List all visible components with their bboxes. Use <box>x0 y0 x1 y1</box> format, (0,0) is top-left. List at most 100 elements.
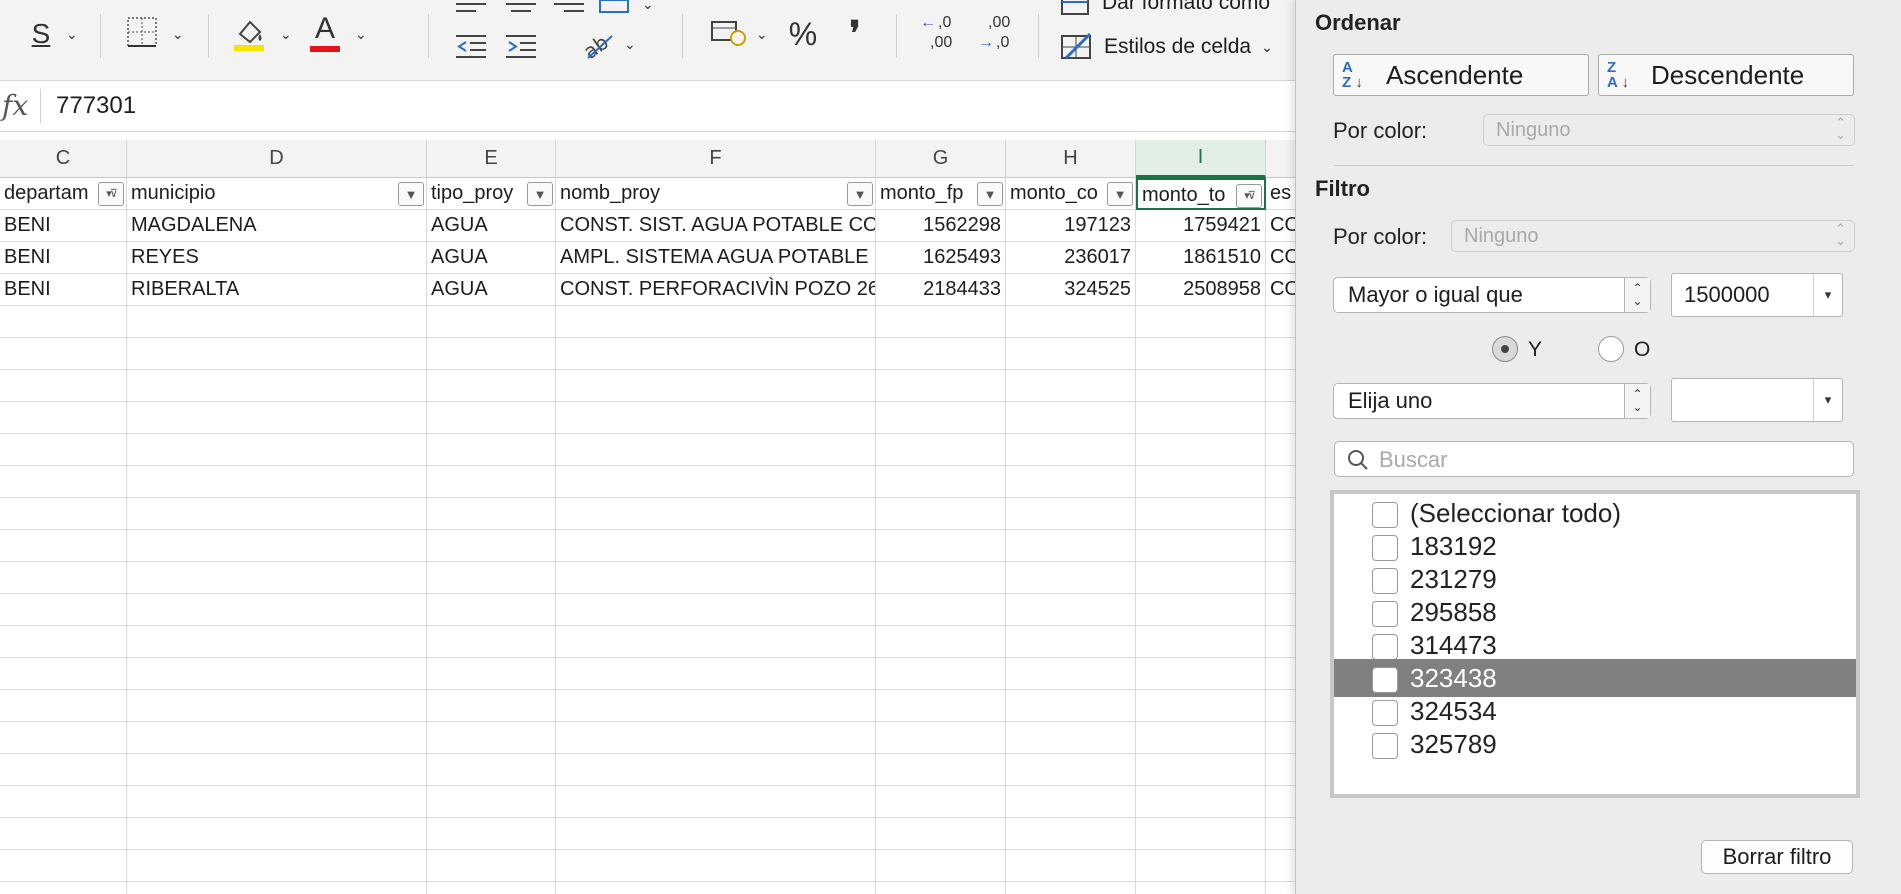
filter-value-item[interactable]: 325789 <box>1334 725 1856 763</box>
empty-cell[interactable] <box>556 786 876 818</box>
empty-cell[interactable] <box>556 690 876 722</box>
data-cell[interactable]: RIBERALTA <box>127 274 427 306</box>
empty-cell[interactable] <box>1136 786 1266 818</box>
column-letter-I[interactable]: I <box>1136 140 1266 178</box>
empty-cell[interactable] <box>876 818 1006 850</box>
font-color-button[interactable]: A <box>308 12 342 52</box>
empty-cell[interactable] <box>876 882 1006 894</box>
condition2-select[interactable]: Elija uno ⌃ ⌄ <box>1333 383 1651 419</box>
column-letter-H[interactable]: H <box>1006 140 1136 178</box>
empty-cell[interactable] <box>1136 306 1266 338</box>
data-cell[interactable]: 324525 <box>1006 274 1136 306</box>
empty-cell[interactable] <box>876 530 1006 562</box>
empty-cell[interactable] <box>1266 402 1295 434</box>
empty-cell[interactable] <box>876 498 1006 530</box>
empty-cell[interactable] <box>0 562 127 594</box>
empty-cell[interactable] <box>876 594 1006 626</box>
empty-cell[interactable] <box>0 402 127 434</box>
empty-cell[interactable] <box>1006 626 1136 658</box>
filter-dropdown-icon[interactable]: ▼ <box>527 182 553 206</box>
spreadsheet-grid[interactable]: C D E F G H Idepartam ▾⊽ municipio ▼ tipo_proy ▼ nom… <box>0 140 1295 894</box>
empty-cell[interactable] <box>0 882 127 894</box>
filter-active-icon[interactable]: ▾⊽ <box>1236 184 1262 208</box>
empty-cell[interactable] <box>556 402 876 434</box>
column-letter-G[interactable]: G <box>876 140 1006 178</box>
number-format-icon[interactable] <box>710 18 746 48</box>
empty-cell[interactable] <box>127 850 427 882</box>
checkbox[interactable] <box>1372 634 1398 660</box>
empty-cell[interactable] <box>427 818 556 850</box>
borders-icon[interactable] <box>126 16 158 48</box>
empty-cell[interactable] <box>0 306 127 338</box>
format-as-table-button[interactable]: Dar formato como <box>1060 0 1270 16</box>
header-cell-tipo-proy[interactable]: tipo_proy ▼ <box>427 178 556 210</box>
percent-style-button[interactable]: % <box>786 14 820 54</box>
data-cell[interactable]: 2508958 <box>1136 274 1266 306</box>
empty-cell[interactable] <box>1266 530 1295 562</box>
empty-cell[interactable] <box>1006 754 1136 786</box>
filter-dropdown-icon[interactable]: ▼ <box>1107 182 1133 206</box>
decrease-decimal-button[interactable]: ,00 → ,0 <box>978 14 1018 58</box>
data-cell[interactable]: AGUA <box>427 210 556 242</box>
empty-cell[interactable] <box>1266 658 1295 690</box>
empty-cell[interactable] <box>1006 466 1136 498</box>
increase-indent-icon[interactable] <box>506 34 536 60</box>
data-cell[interactable]: 1759421 <box>1136 210 1266 242</box>
empty-cell[interactable] <box>127 754 427 786</box>
empty-cell[interactable] <box>127 690 427 722</box>
empty-cell[interactable] <box>1266 754 1295 786</box>
comma-style-button[interactable]: ❜ <box>842 14 868 54</box>
or-radio[interactable] <box>1598 336 1624 362</box>
data-cell[interactable]: 2184433 <box>876 274 1006 306</box>
empty-cell[interactable] <box>876 754 1006 786</box>
empty-cell[interactable] <box>876 690 1006 722</box>
empty-cell[interactable] <box>1136 466 1266 498</box>
data-cell[interactable]: 197123 <box>1006 210 1136 242</box>
empty-cell[interactable] <box>556 818 876 850</box>
empty-cell[interactable] <box>1136 338 1266 370</box>
empty-cell[interactable] <box>556 626 876 658</box>
empty-cell[interactable] <box>0 530 127 562</box>
empty-cell[interactable] <box>427 754 556 786</box>
empty-cell[interactable] <box>876 658 1006 690</box>
empty-cell[interactable] <box>427 850 556 882</box>
empty-cell[interactable] <box>0 466 127 498</box>
empty-cell[interactable] <box>1136 754 1266 786</box>
data-cell[interactable]: 1562298 <box>876 210 1006 242</box>
empty-cell[interactable] <box>0 434 127 466</box>
align-top-center-icon[interactable] <box>506 0 536 14</box>
increase-decimal-button[interactable]: ← ,0 ,00 <box>920 14 960 58</box>
value1-combobox[interactable]: 1500000 ▾ <box>1671 273 1843 317</box>
merge-dropdown-chevron-icon[interactable]: ⌄ <box>642 0 654 13</box>
empty-cell[interactable] <box>1006 722 1136 754</box>
empty-cell[interactable] <box>556 434 876 466</box>
empty-cell[interactable] <box>1136 882 1266 894</box>
empty-cell[interactable] <box>427 786 556 818</box>
empty-cell[interactable] <box>127 466 427 498</box>
header-cell-monto-co[interactable]: monto_co ▼ <box>1006 178 1136 210</box>
empty-cell[interactable] <box>1266 818 1295 850</box>
empty-cell[interactable] <box>1266 850 1295 882</box>
empty-cell[interactable] <box>1266 594 1295 626</box>
empty-cell[interactable] <box>127 306 427 338</box>
empty-cell[interactable] <box>1006 850 1136 882</box>
empty-cell[interactable] <box>1006 818 1136 850</box>
empty-cell[interactable] <box>427 594 556 626</box>
empty-cell[interactable] <box>427 466 556 498</box>
checkbox[interactable] <box>1372 601 1398 627</box>
empty-cell[interactable] <box>1136 626 1266 658</box>
empty-cell[interactable] <box>556 338 876 370</box>
empty-cell[interactable] <box>876 434 1006 466</box>
empty-cell[interactable] <box>876 850 1006 882</box>
empty-cell[interactable] <box>556 754 876 786</box>
data-cell[interactable]: MAGDALENA <box>127 210 427 242</box>
empty-cell[interactable] <box>556 850 876 882</box>
empty-cell[interactable] <box>556 594 876 626</box>
data-cell[interactable]: BENI <box>0 242 127 274</box>
decrease-indent-icon[interactable] <box>456 34 486 60</box>
formula-input[interactable]: 777301 <box>56 92 136 120</box>
fill-color-icon[interactable] <box>232 14 266 52</box>
empty-cell[interactable] <box>1136 722 1266 754</box>
empty-cell[interactable] <box>876 370 1006 402</box>
empty-cell[interactable] <box>127 434 427 466</box>
